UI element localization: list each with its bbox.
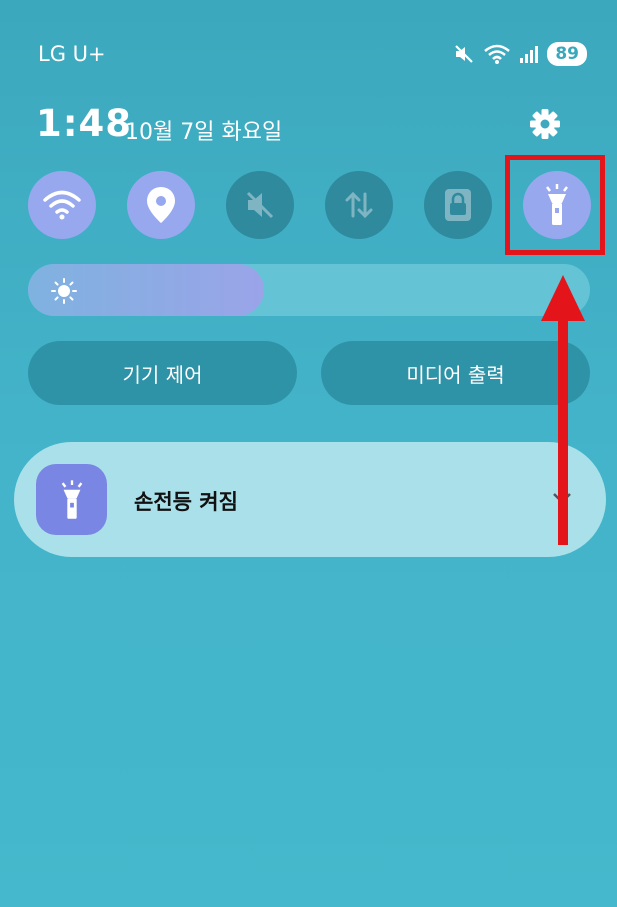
lock-icon xyxy=(445,189,471,221)
mute-icon xyxy=(246,191,274,219)
status-bar: LG U+ 89 xyxy=(0,0,617,110)
tile-lock[interactable] xyxy=(424,171,492,239)
notification-title: 손전등 켜짐 xyxy=(134,490,238,514)
tile-location[interactable] xyxy=(127,171,195,239)
battery-level: 89 xyxy=(547,42,587,66)
wifi-icon xyxy=(43,190,81,220)
wifi-icon xyxy=(483,43,511,65)
highlight-box xyxy=(505,155,605,255)
gear-icon xyxy=(530,109,560,139)
settings-button[interactable] xyxy=(526,105,564,143)
flashlight-notification[interactable]: 손전등 켜짐 xyxy=(14,442,606,557)
device-control-label: 기기 제어 xyxy=(122,362,203,387)
flashlight-icon xyxy=(61,479,82,519)
brightness-slider[interactable] xyxy=(28,264,590,316)
tile-sound[interactable] xyxy=(226,171,294,239)
tile-wifi[interactable] xyxy=(28,171,96,239)
date-label: 10월 7일 화요일 xyxy=(125,120,283,145)
notification-app-icon xyxy=(36,464,107,535)
mute-icon xyxy=(453,43,475,65)
status-icons: 89 xyxy=(453,42,587,66)
tile-data[interactable] xyxy=(325,171,393,239)
device-control-button[interactable]: 기기 제어 xyxy=(28,341,297,405)
location-icon xyxy=(147,187,175,223)
signal-icon xyxy=(519,44,539,64)
media-output-label: 미디어 출력 xyxy=(406,362,505,387)
data-transfer-icon xyxy=(345,191,373,219)
annotation-arrow xyxy=(541,275,585,545)
carrier-label: LG U+ xyxy=(38,42,106,66)
sun-icon xyxy=(51,278,77,304)
clock: 1:48 xyxy=(36,102,133,145)
